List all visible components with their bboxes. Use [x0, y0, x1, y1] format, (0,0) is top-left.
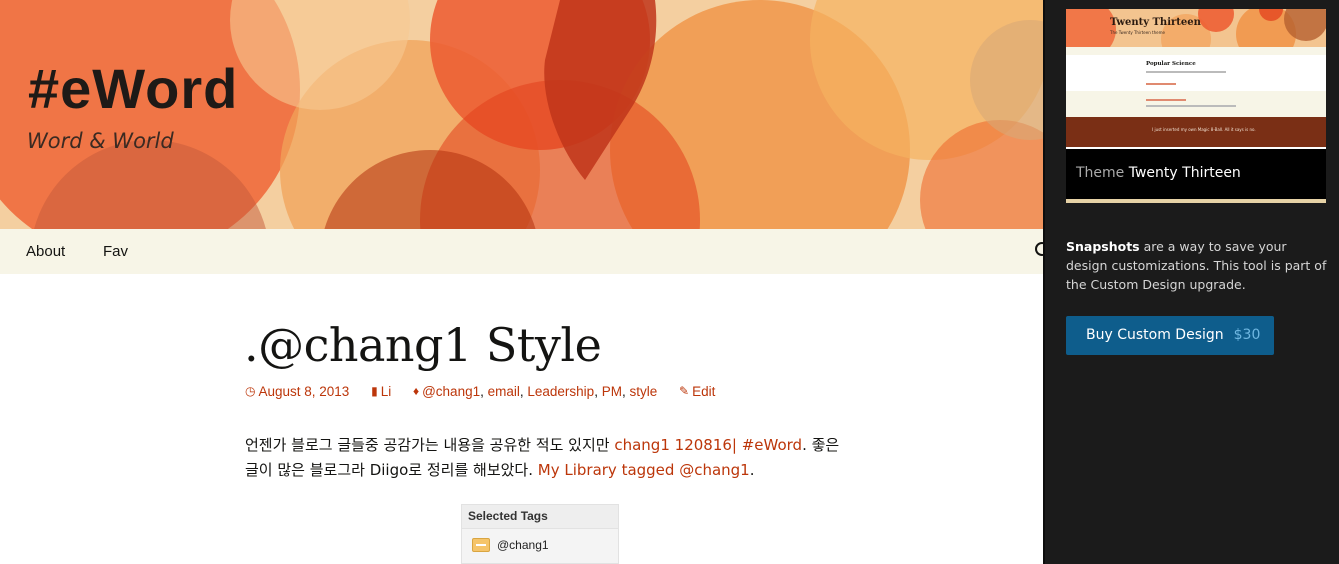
tag-link[interactable]: Leadership [527, 384, 594, 399]
post-title[interactable]: .@chang1 Style [244, 318, 602, 372]
nav-item-fav[interactable]: Fav [103, 243, 128, 260]
thumb-site-tagline: The Twenty Thirteen theme [1110, 30, 1165, 35]
custom-design-panel: Twenty Thirteen The Twenty Thirteen them… [1043, 0, 1339, 564]
buy-custom-design-button[interactable]: Buy Custom Design $30 [1066, 316, 1274, 355]
selected-tags-header: Selected Tags [462, 505, 618, 529]
thumb-post-2 [1066, 91, 1326, 117]
thumb-bottom-bar [1066, 199, 1326, 203]
tag-link[interactable]: PM [602, 384, 622, 399]
tag-link[interactable]: style [629, 384, 657, 399]
snapshots-term: Snapshots [1066, 239, 1140, 254]
thumb-header: Twenty Thirteen The Twenty Thirteen them… [1066, 9, 1326, 47]
thumb-quote-block: I just inserted my own Magic 8-Ball. All… [1066, 117, 1326, 147]
site-preview: #eWord Word & World About Fav .@chang1 S… [0, 0, 1043, 564]
post-content: 언젠가 블로그 글들중 공감가는 내용을 공유한 적도 있지만 chang1 1… [245, 433, 845, 483]
body-text: . [749, 461, 755, 479]
folder-icon: ▮ [371, 384, 378, 398]
tag-icon: ♦ [412, 384, 420, 398]
edit-link[interactable]: Edit [692, 384, 715, 399]
thumb-nav [1066, 47, 1326, 55]
body-text: 언젠가 블로그 글들중 공감가는 내용을 공유한 적도 있지만 [245, 436, 615, 454]
site-description: Word & World [27, 129, 174, 153]
post-meta: ◷ August 8, 2013 ▮ Li ♦ @chang1, email, … [245, 383, 716, 399]
main-navigation: About Fav [0, 229, 1043, 274]
snapshots-description: Snapshots are a way to save your design … [1066, 237, 1328, 294]
thumb-header-art [1066, 9, 1326, 47]
selected-tags-widget: Selected Tags @chang1 [461, 504, 619, 564]
buy-button-label: Buy Custom Design [1086, 327, 1224, 343]
thumb-site-title: Twenty Thirteen [1110, 17, 1201, 28]
remove-tag-icon[interactable] [472, 538, 490, 552]
thumb-quote: I just inserted my own Magic 8-Ball. All… [1152, 127, 1256, 132]
buy-button-price: $30 [1233, 327, 1261, 343]
thumb-post-title: Popular Science [1146, 61, 1196, 67]
theme-label: Theme [1076, 165, 1125, 181]
site-title[interactable]: #eWord [28, 56, 238, 121]
body-link-chang1[interactable]: chang1 120816| #eWord [614, 436, 802, 454]
selected-tag-label: @chang1 [497, 538, 549, 552]
tag-link[interactable]: @chang1 [422, 384, 480, 399]
pencil-icon: ✎ [679, 384, 690, 398]
site-header: #eWord Word & World [0, 0, 1043, 229]
body-link-library[interactable]: My Library tagged @chang1 [538, 461, 750, 479]
tag-link[interactable]: email [488, 384, 520, 399]
category-link[interactable]: Li [381, 384, 392, 399]
search-icon[interactable] [1035, 242, 1043, 256]
theme-thumbnail[interactable]: Twenty Thirteen The Twenty Thirteen them… [1066, 9, 1326, 203]
post-date-link[interactable]: August 8, 2013 [258, 384, 349, 399]
theme-caption: Theme Twenty Thirteen [1066, 149, 1326, 199]
nav-item-about[interactable]: About [26, 243, 65, 260]
theme-name: Twenty Thirteen [1128, 165, 1241, 181]
selected-tag-item[interactable]: @chang1 [472, 538, 549, 552]
clock-icon: ◷ [245, 384, 256, 398]
